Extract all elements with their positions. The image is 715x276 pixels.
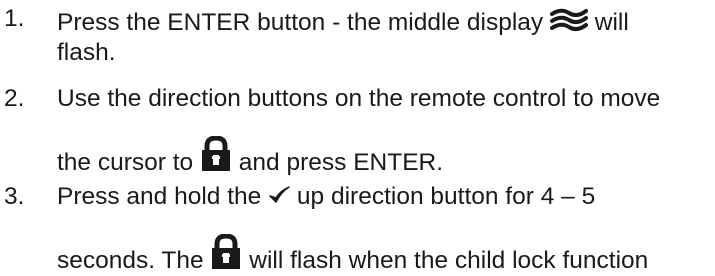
step-text: the cursor to	[57, 149, 200, 176]
step-text: up direction button for 4 – 5	[290, 183, 596, 210]
step-3-line-2: seconds. The will flash when the child l…	[57, 232, 648, 276]
airflow-waves-icon	[549, 7, 588, 33]
step-1-line-2: flash.	[57, 38, 116, 68]
padlock-icon	[200, 136, 232, 172]
step-text: Use the direction buttons on the remote …	[57, 85, 661, 112]
step-text: will	[587, 9, 629, 36]
step-1-line-1: Press the ENTER button - the middle disp…	[57, 4, 629, 38]
step-number: 3.	[4, 183, 25, 210]
step-number: 1.	[4, 5, 25, 32]
step-text: seconds. The	[57, 247, 211, 274]
padlock-icon	[210, 234, 242, 270]
step-text: and press ENTER.	[231, 149, 444, 176]
step-text: flash.	[57, 39, 116, 66]
step-text: Press the ENTER button - the middle disp…	[57, 9, 550, 36]
step-2-line-2: the cursor to and press ENTER.	[57, 134, 443, 178]
checkmark-icon	[268, 185, 290, 205]
step-2-line-1: Use the direction buttons on the remote …	[57, 84, 660, 114]
step-text: Press and hold the	[57, 183, 269, 210]
step-number: 2.	[4, 85, 25, 112]
step-3-line-1: Press and hold the up direction button f…	[57, 182, 595, 212]
step-text: will flash when the child lock function	[242, 247, 649, 274]
